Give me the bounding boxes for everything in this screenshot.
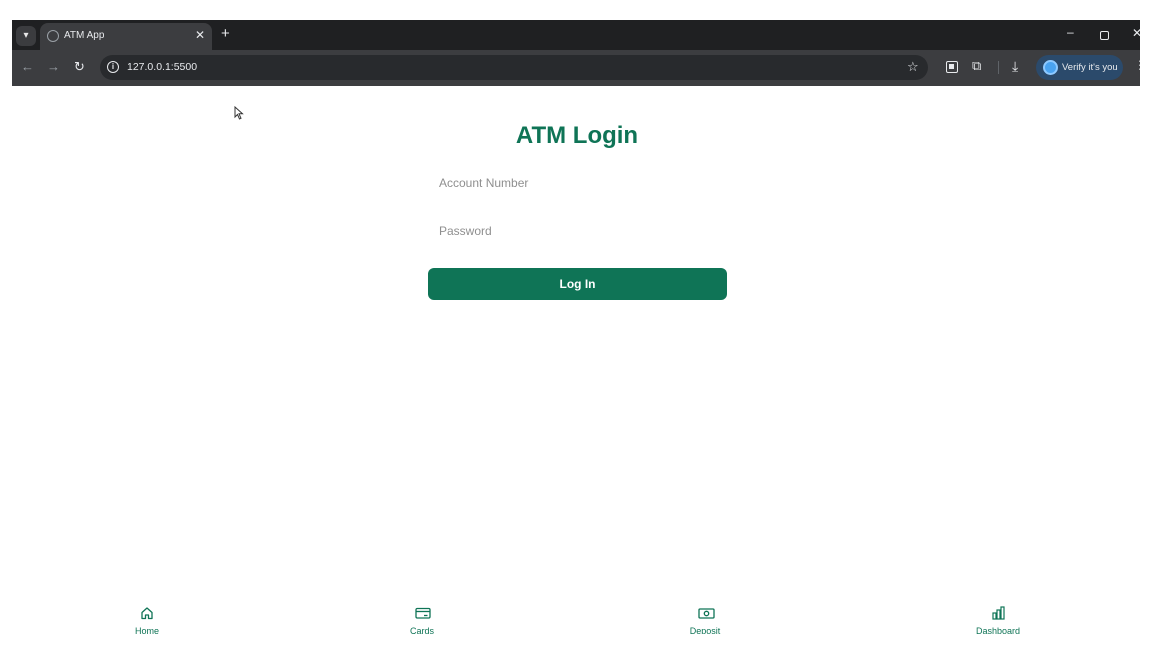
password-input[interactable] [428, 216, 726, 246]
new-tab-button[interactable]: + [221, 25, 230, 42]
login-button[interactable]: Log In [428, 268, 727, 300]
browser-window: ▾ ATM App ✕ + – ✕ ← → ↻ i 127.0.0.1:5500… [12, 20, 1140, 86]
nav-item-label: Dashboard [975, 626, 1021, 634]
window-close-button[interactable]: ✕ [1132, 26, 1140, 40]
nav-item-label: Cards [409, 626, 434, 634]
url-text[interactable]: 127.0.0.1:5500 [127, 61, 197, 73]
back-arrow-icon[interactable]: ← [21, 59, 34, 74]
globe-icon [47, 30, 59, 42]
account-number-input[interactable] [428, 168, 726, 198]
page-title: ATM Login [515, 122, 639, 149]
nav-item-label: Deposit [689, 626, 721, 634]
cursor-icon [234, 106, 244, 120]
bookmark-star-icon[interactable]: ☆ [907, 59, 919, 75]
toolbar-divider [998, 61, 999, 74]
address-bar[interactable]: i 127.0.0.1:5500 ☆ [100, 55, 928, 80]
bottom-nav: Home Cards Deposit Dashboard [0, 600, 1152, 648]
profile-button[interactable]: Verify it's you [1036, 55, 1123, 80]
close-icon[interactable]: ✕ [195, 28, 205, 42]
minimize-button[interactable]: – [1067, 25, 1074, 39]
site-info-icon[interactable]: i [107, 61, 119, 73]
nav-item-label: Home [134, 626, 159, 634]
forward-arrow-icon[interactable]: → [47, 59, 60, 74]
menu-icon[interactable]: ⋮ [1134, 58, 1140, 72]
card-icon [415, 607, 431, 619]
nav-item-home[interactable]: Home [102, 600, 192, 634]
extensions-icon[interactable]: ⧉ [972, 58, 981, 74]
reload-icon[interactable]: ↻ [74, 59, 85, 75]
tab-atm-app[interactable]: ATM App ✕ [40, 23, 212, 50]
qr-code-icon[interactable] [946, 61, 958, 73]
screen: ▾ ATM App ✕ + – ✕ ← → ↻ i 127.0.0.1:5500… [0, 0, 1152, 648]
tab-title: ATM App [64, 30, 105, 41]
cash-icon [698, 608, 715, 619]
nav-item-dashboard[interactable]: Dashboard [953, 600, 1043, 634]
tab-strip: ▾ ATM App ✕ + – ✕ [12, 20, 1140, 50]
avatar [1043, 60, 1058, 75]
browser-toolbar: ← → ↻ i 127.0.0.1:5500 ☆ ⧉ ⤓ Verify it's… [12, 50, 1140, 86]
profile-label: Verify it's you [1062, 62, 1118, 73]
home-icon [141, 607, 153, 620]
restore-button[interactable] [1100, 31, 1109, 40]
chart-icon [992, 606, 1005, 620]
download-icon[interactable]: ⤓ [1012, 58, 1018, 75]
tab-search-icon[interactable]: ▾ [16, 26, 36, 46]
nav-item-cards[interactable]: Cards [377, 600, 467, 634]
nav-item-deposit[interactable]: Deposit [660, 600, 750, 634]
